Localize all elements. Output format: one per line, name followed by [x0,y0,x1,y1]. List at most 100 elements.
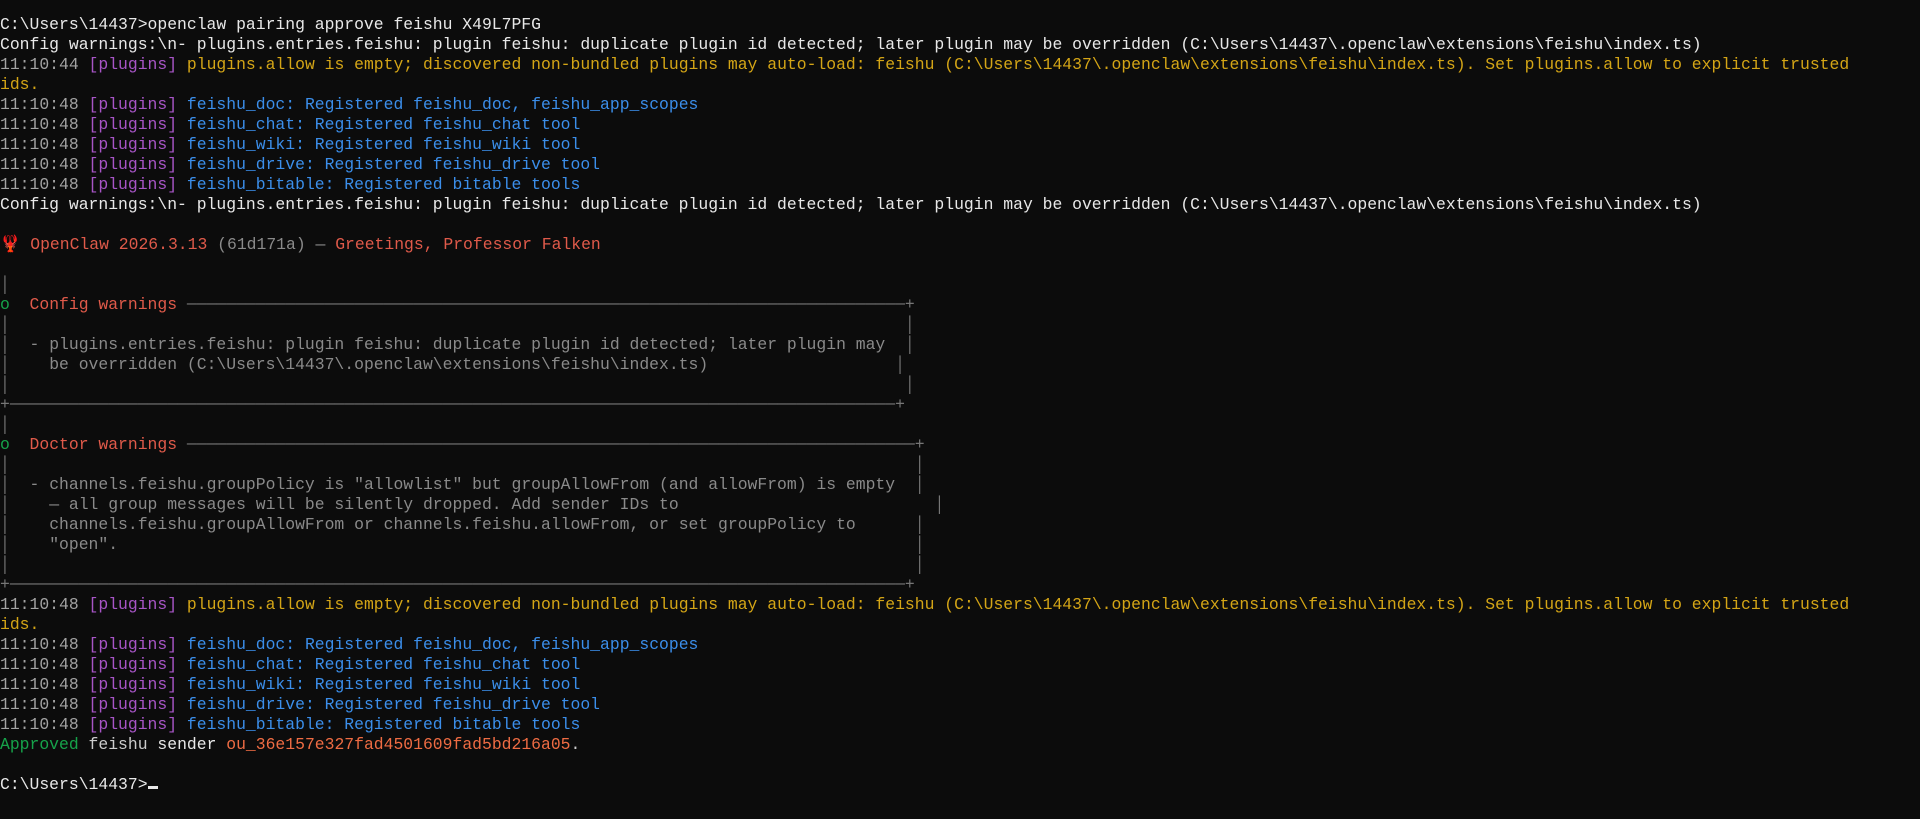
terminal-line: 11:10:48 [plugins] feishu_drive: Registe… [0,155,1920,175]
terminal-line: │ channels.feishu.groupAllowFrom or chan… [0,515,1920,535]
text-cursor [147,786,158,789]
terminal-line: +───────────────────────────────────────… [0,575,1920,595]
terminal-line: │ │ [0,555,1920,575]
terminal-text-segment: │ [9,555,925,574]
terminal-text-segment: [plugins] [88,655,187,674]
terminal-text-segment: be overridden (C:\Users\14437\.openclaw\… [49,355,709,374]
terminal-text-segment: - channels.feishu.groupPolicy is "allowl… [29,475,896,494]
terminal-text-segment: │ [0,555,10,574]
terminal-window[interactable]: C:\Users\14437>openclaw pairing approve … [0,0,1920,819]
terminal-line: C:\Users\14437>openclaw pairing approve … [0,15,1920,35]
terminal-text-segment: feishu_wiki: Registered feishu_wiki tool [186,675,581,694]
terminal-text-segment: [plugins] [88,55,187,74]
terminal-text-segment: "open". [49,535,119,554]
terminal-text-segment: │ [0,315,10,334]
terminal-line: Config warnings:\n- plugins.entries.feis… [0,195,1920,215]
terminal-text-segment: feishu_drive: Registered feishu_drive to… [186,695,601,714]
terminal-text-segment: Config warnings:\n- plugins.entries.feis… [0,195,1702,214]
terminal-line: 11:10:48 [plugins] feishu_drive: Registe… [0,695,1920,715]
terminal-line: │ - channels.feishu.groupPolicy is "allo… [0,475,1920,495]
terminal-text-segment: 11:10:48 [0,595,89,614]
terminal-text-segment: │ [895,475,925,494]
terminal-text-segment: o [0,435,30,454]
terminal-text-segment: │ [708,355,905,374]
terminal-text-segment: │ [885,335,915,354]
terminal-text-segment: Approved [0,735,89,754]
terminal-text-segment: feishu_doc: Registered feishu_doc, feish… [186,635,699,654]
terminal-text-segment: [plugins] [88,155,187,174]
terminal-text-segment: 🦞 OpenClaw 2026.3.13 [0,235,218,254]
terminal-text-segment: — [305,235,336,254]
terminal-text-segment: [plugins] [88,595,187,614]
terminal-text-segment: [plugins] [88,675,187,694]
terminal-text-segment: [plugins] [88,635,187,654]
terminal-text-segment: │ [0,355,50,374]
terminal-text-segment: 11:10:48 [0,155,89,174]
terminal-text-segment: 11:10:48 [0,715,89,734]
terminal-text-segment: │ [0,275,10,294]
terminal-line: 11:10:48 [plugins] feishu_bitable: Regis… [0,715,1920,735]
terminal-line: 11:10:48 [plugins] feishu_wiki: Register… [0,675,1920,695]
terminal-text-segment: plugins.allow is empty; discovered non-b… [186,595,1850,614]
terminal-text-segment: feishu_drive: Registered feishu_drive to… [186,155,601,174]
terminal-text-segment: Doctor warnings [29,435,187,454]
terminal-line: ids. [0,75,1920,95]
terminal-text-segment: │ [0,535,50,554]
terminal-line: 11:10:48 [plugins] feishu_chat: Register… [0,115,1920,135]
terminal-line: │ — all group messages will be silently … [0,495,1920,515]
terminal-text-segment: [plugins] [88,115,187,134]
terminal-text-segment: Config warnings [29,295,187,314]
terminal-text-segment: │ [0,495,50,514]
terminal-text-segment: feishu [88,735,158,754]
terminal-text-segment: plugins.allow is empty; discovered non-b… [186,55,1850,74]
terminal-line: │ │ [0,375,1920,395]
terminal-text-segment: 11:10:48 [0,115,89,134]
terminal-line: 🦞 OpenClaw 2026.3.13 (61d171a) — Greetin… [0,235,1920,255]
terminal-line: 11:10:48 [plugins] feishu_wiki: Register… [0,135,1920,155]
terminal-text-segment: ────────────────────────────────────────… [186,295,915,314]
terminal-text-segment: ou_36e157e327fad4501609fad5bd216a05 [226,735,571,754]
terminal-text-segment: [plugins] [88,715,187,734]
terminal-line: +───────────────────────────────────────… [0,395,1920,415]
terminal-line: │ [0,275,1920,295]
terminal-line: │ [0,415,1920,435]
terminal-text-segment: 11:10:48 [0,175,89,194]
terminal-line: │ be overridden (C:\Users\14437\.opencla… [0,355,1920,375]
terminal-line: 11:10:48 [plugins] plugins.allow is empt… [0,595,1920,615]
terminal-text-segment: │ [855,515,925,534]
terminal-text-segment: sender [157,735,227,754]
terminal-line: Config warnings:\n- plugins.entries.feis… [0,35,1920,55]
terminal-text-segment: [plugins] [88,175,187,194]
terminal-text-segment: feishu_doc: Registered feishu_doc, feish… [186,95,699,114]
terminal-text-segment: ids. [0,75,40,94]
terminal-text-segment: feishu_chat: Registered feishu_chat tool [186,655,581,674]
terminal-line: 11:10:44 [plugins] plugins.allow is empt… [0,55,1920,75]
terminal-text-segment: Config warnings:\n- plugins.entries.feis… [0,35,1702,54]
terminal-text-segment: 11:10:44 [0,55,89,74]
terminal-text-segment: C:\Users\14437> [0,775,148,794]
terminal-line: o Config warnings ──────────────────────… [0,295,1920,315]
terminal-text-segment: ────────────────────────────────────────… [186,435,925,454]
terminal-line: │ - plugins.entries.feishu: plugin feish… [0,335,1920,355]
terminal-text-segment: │ [678,495,945,514]
terminal-text-segment: 11:10:48 [0,635,89,654]
terminal-text-segment: feishu_chat: Registered feishu_chat tool [186,115,581,134]
terminal-text-segment: │ [118,535,925,554]
terminal-line: │ │ [0,455,1920,475]
terminal-text-segment: │ [0,415,10,434]
terminal-text-segment: [plugins] [88,95,187,114]
terminal-text-segment: feishu_wiki: Registered feishu_wiki tool [186,135,581,154]
terminal-text-segment: [plugins] [88,135,187,154]
terminal-text-segment: o [0,295,30,314]
terminal-text-segment: — all group messages will be silently dr… [49,495,679,514]
terminal-line: Approved feishu sender ou_36e157e327fad4… [0,735,1920,755]
terminal-text-segment: │ [9,315,915,334]
terminal-text-segment: │ [0,475,30,494]
terminal-text-segment: - plugins.entries.feishu: plugin feishu:… [29,335,886,354]
terminal-text-segment: 11:10:48 [0,135,89,154]
terminal-text-segment: [plugins] [88,695,187,714]
terminal-line: │ "open". │ [0,535,1920,555]
